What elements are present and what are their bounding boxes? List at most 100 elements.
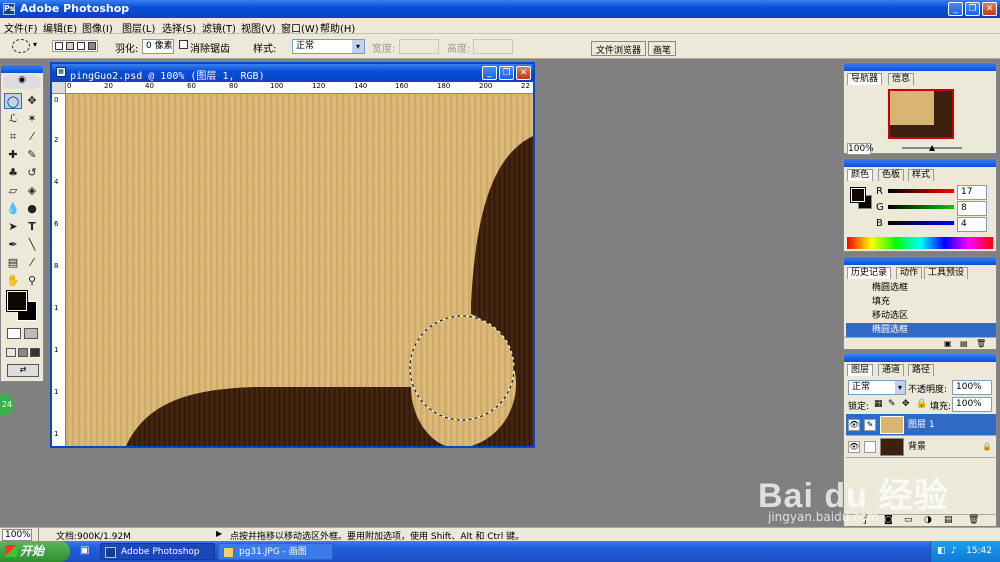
intersect-selection-icon[interactable] bbox=[88, 42, 96, 50]
paint-bucket-tool-icon[interactable]: ◈ bbox=[23, 183, 41, 199]
b-slider[interactable] bbox=[888, 221, 954, 225]
new-selection-icon[interactable] bbox=[55, 42, 63, 50]
tab-tool-presets[interactable]: 工具预设 bbox=[924, 267, 969, 279]
menu-image[interactable]: 图像(I) bbox=[82, 20, 113, 35]
fill-input[interactable]: 100% bbox=[952, 397, 992, 412]
tab-paths[interactable]: 路径 bbox=[908, 364, 935, 376]
style-select[interactable]: 正常 ▾ bbox=[292, 39, 365, 54]
doc-maximize-button[interactable]: ❐ bbox=[499, 66, 514, 80]
selection-mode-buttons[interactable] bbox=[52, 40, 98, 52]
lock-position-icon[interactable]: ✥ bbox=[902, 399, 910, 409]
r-input[interactable]: 17 bbox=[957, 185, 987, 200]
color-fg-swatch[interactable] bbox=[850, 187, 866, 203]
minimize-button[interactable]: _ bbox=[948, 2, 963, 16]
elliptical-marquee-icon[interactable] bbox=[12, 39, 30, 53]
quick-mask-mode-icon[interactable] bbox=[24, 328, 38, 339]
marquee-tool-icon[interactable]: ◯ bbox=[4, 93, 22, 109]
feather-input[interactable]: 0 像素 bbox=[142, 39, 174, 54]
new-document-icon[interactable]: ▤ bbox=[960, 339, 968, 348]
blend-mode-select[interactable]: 正常 ▾ bbox=[848, 380, 906, 395]
start-button[interactable]: 开始 bbox=[0, 541, 70, 562]
menu-help[interactable]: 帮助(H) bbox=[320, 20, 355, 35]
color-ramp[interactable] bbox=[847, 237, 993, 249]
opacity-input[interactable]: 100% bbox=[952, 380, 992, 395]
tab-layers[interactable]: 图层 bbox=[847, 364, 874, 376]
magic-wand-tool-icon[interactable]: ✶ bbox=[23, 111, 41, 127]
standard-mode-icon[interactable] bbox=[7, 328, 21, 339]
layer-mask-icon[interactable]: ◙ bbox=[884, 515, 893, 525]
link-slot[interactable] bbox=[864, 441, 876, 453]
taskbar-item-photoshop[interactable]: Adobe Photoshop bbox=[100, 543, 215, 560]
brush-icon[interactable]: ✎ bbox=[864, 419, 876, 431]
navigator-slider-thumb-icon[interactable]: ▲ bbox=[929, 143, 935, 152]
navigator-zoom-field[interactable]: 100% bbox=[847, 143, 874, 155]
path-selection-tool-icon[interactable]: ➤ bbox=[4, 219, 22, 235]
menu-layer[interactable]: 图层(L) bbox=[122, 20, 155, 35]
taskbar-item-paint[interactable]: pg31.JPG - 画图 bbox=[218, 543, 333, 560]
doc-minimize-button[interactable]: _ bbox=[482, 66, 497, 80]
r-slider[interactable] bbox=[888, 189, 954, 193]
blur-tool-icon[interactable]: 💧 bbox=[4, 201, 22, 217]
tab-channels[interactable]: 通道 bbox=[878, 364, 905, 376]
lock-image-icon[interactable]: ✎ bbox=[888, 399, 896, 409]
menu-view[interactable]: 视图(V) bbox=[241, 20, 276, 35]
screen-mode-full-menu-icon[interactable] bbox=[18, 348, 28, 357]
menu-filter[interactable]: 滤镜(T) bbox=[202, 20, 236, 35]
doc-close-button[interactable]: ✕ bbox=[516, 66, 531, 80]
volume-icon[interactable]: ♪ bbox=[951, 541, 957, 562]
line-tool-icon[interactable]: ╲ bbox=[23, 237, 41, 253]
history-item[interactable]: 填充 bbox=[846, 295, 996, 309]
new-layer-icon[interactable]: ▤ bbox=[944, 515, 953, 525]
new-snapshot-icon[interactable]: ▣ bbox=[944, 339, 952, 348]
document-canvas[interactable] bbox=[66, 94, 533, 446]
trash-icon[interactable]: 🗑 bbox=[968, 515, 979, 525]
lasso-tool-icon[interactable]: ℒ bbox=[4, 111, 22, 127]
history-brush-tool-icon[interactable]: ↺ bbox=[23, 165, 41, 181]
add-selection-icon[interactable] bbox=[66, 42, 74, 50]
g-slider[interactable] bbox=[888, 205, 954, 209]
history-item-selected[interactable]: 椭圆选框 bbox=[846, 323, 996, 337]
tab-actions[interactable]: 动作 bbox=[896, 267, 923, 279]
history-item[interactable]: 移动选区 bbox=[846, 309, 996, 323]
type-tool-icon[interactable]: T bbox=[23, 219, 41, 235]
slice-tool-icon[interactable]: ⁄ bbox=[23, 129, 41, 145]
tab-history[interactable]: 历史记录 bbox=[847, 267, 892, 279]
menu-window[interactable]: 窗口(W) bbox=[281, 20, 319, 35]
b-input[interactable]: 4 bbox=[957, 217, 987, 232]
network-icon[interactable]: ◧ bbox=[937, 541, 946, 562]
maximize-button[interactable]: ❐ bbox=[965, 2, 980, 16]
lock-transparency-icon[interactable]: ▦ bbox=[874, 399, 883, 409]
jump-to-imageready-icon[interactable]: ⇄ bbox=[7, 364, 39, 377]
healing-brush-tool-icon[interactable]: ✚ bbox=[4, 147, 22, 163]
dodge-tool-icon[interactable]: ● bbox=[23, 201, 41, 217]
eyedropper-tool-icon[interactable]: ⁄ bbox=[23, 255, 41, 271]
tab-swatches[interactable]: 色板 bbox=[878, 169, 905, 181]
eye-icon[interactable]: 👁 bbox=[848, 441, 860, 453]
tab-file-browser[interactable]: 文件浏览器 bbox=[591, 41, 647, 56]
menu-select[interactable]: 选择(S) bbox=[162, 20, 196, 35]
trash-icon[interactable]: 🗑 bbox=[976, 339, 986, 348]
clone-stamp-tool-icon[interactable]: ♣ bbox=[4, 165, 22, 181]
tab-brushes[interactable]: 画笔 bbox=[648, 41, 677, 56]
brush-tool-icon[interactable]: ✎ bbox=[23, 147, 41, 163]
hand-tool-icon[interactable]: ✋ bbox=[4, 273, 22, 289]
adobe-online-icon[interactable]: ◉ bbox=[3, 75, 41, 89]
tab-info[interactable]: 信息 bbox=[888, 73, 915, 85]
zoom-tool-icon[interactable]: ⚲ bbox=[23, 273, 41, 289]
layer-set-icon[interactable]: ▭ bbox=[904, 515, 913, 525]
lock-all-icon[interactable]: 🔒 bbox=[916, 399, 927, 409]
crop-tool-icon[interactable]: ⌗ bbox=[4, 129, 22, 145]
g-input[interactable]: 8 bbox=[957, 201, 987, 216]
subtract-selection-icon[interactable] bbox=[77, 42, 85, 50]
navigator-preview[interactable] bbox=[888, 89, 954, 139]
tab-color[interactable]: 颜色 bbox=[847, 169, 874, 181]
chevron-down-icon[interactable]: ▾ bbox=[895, 381, 905, 394]
antialias-checkbox[interactable] bbox=[179, 40, 188, 49]
layer-row[interactable]: 👁 背景 🔒 bbox=[846, 436, 996, 458]
menu-edit[interactable]: 编辑(E) bbox=[43, 20, 77, 35]
eraser-tool-icon[interactable]: ▱ bbox=[4, 183, 22, 199]
status-zoom-field[interactable]: 100% bbox=[2, 529, 32, 541]
eye-icon[interactable]: 👁 bbox=[848, 419, 860, 431]
ruler-origin[interactable] bbox=[52, 82, 66, 94]
notes-tool-icon[interactable]: ▤ bbox=[4, 255, 22, 271]
